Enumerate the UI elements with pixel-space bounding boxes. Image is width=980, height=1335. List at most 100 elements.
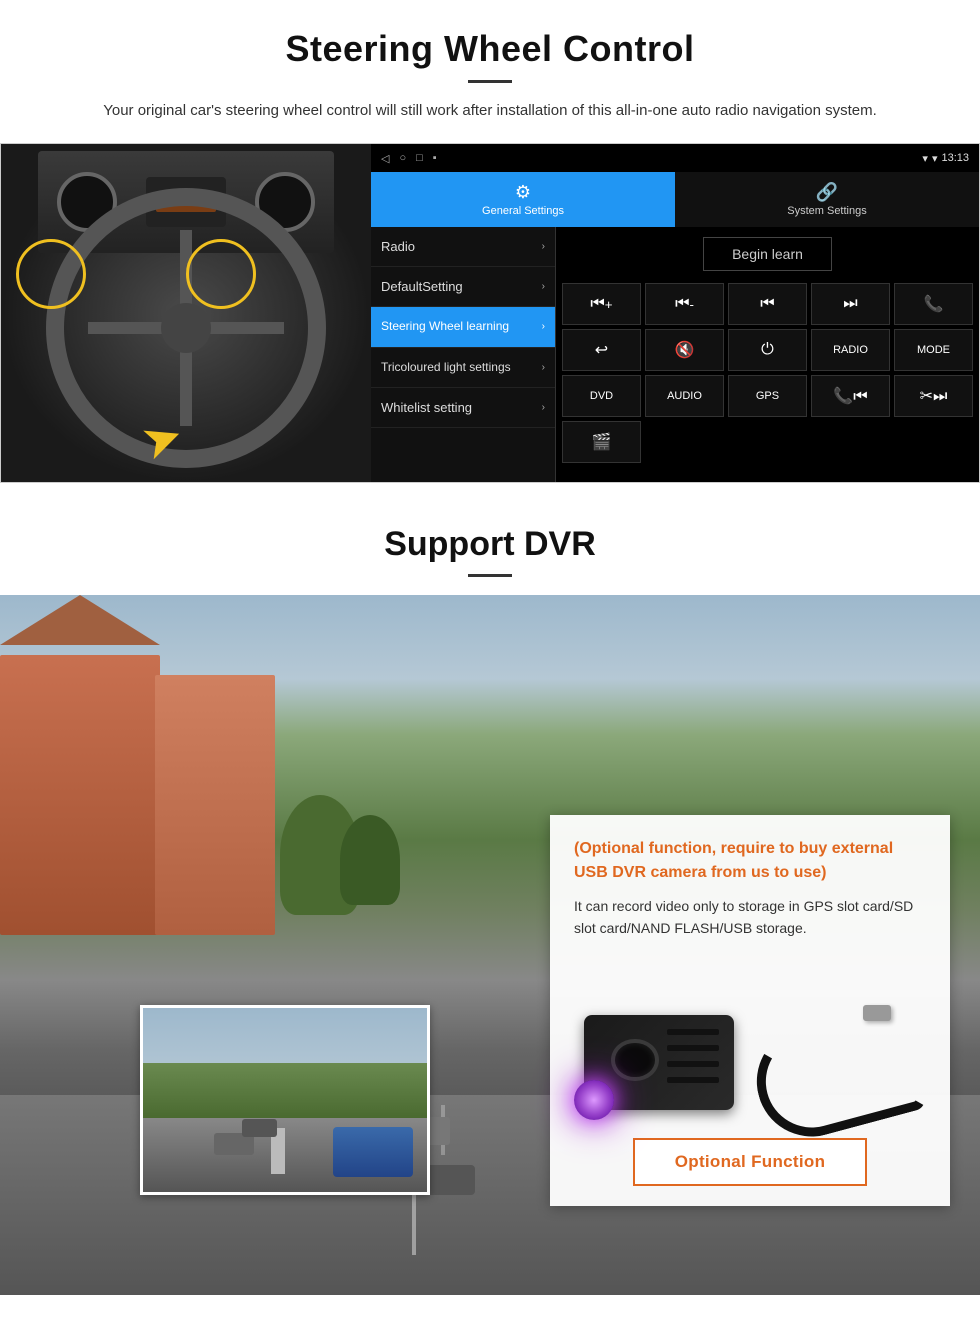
circle-right-indicator [186,239,256,309]
steering-title: Steering Wheel Control [40,28,940,70]
dvd-label-btn: DVD [590,390,613,402]
menu-radio-label: Radio [381,239,415,254]
ctrl-mute[interactable]: 🔇 [645,329,724,371]
android-menu: Radio › DefaultSetting › Steering Wheel … [371,227,979,482]
ctrl-phone-prev[interactable]: 📞⏮ [811,375,890,417]
chevron-icon-whitelist: › [542,402,545,413]
menu-item-whitelist[interactable]: Whitelist setting › [371,388,555,428]
dvr-title-area: Support DVR [0,495,980,595]
system-icon: 🔗 [816,182,838,203]
menu-icon: ▪ [433,152,437,164]
chevron-icon-steering: › [542,321,545,332]
wheel-center [161,303,211,353]
begin-learn-row: Begin learn [562,233,973,275]
android-status-bar: ◁ ○ □ ▪ ▾ ▾ 13:13 [371,144,979,172]
vent-2 [667,1045,720,1051]
dvr-cable [744,1001,927,1149]
menu-list: Radio › DefaultSetting › Steering Wheel … [371,227,556,482]
menu-default-label: DefaultSetting [381,279,463,294]
dvr-cable-area [736,1000,916,1130]
menu-item-tricoloured[interactable]: Tricoloured light settings › [371,348,555,389]
chevron-icon-tricoloured: › [542,362,545,373]
ctrl-next[interactable]: ⏭ [811,283,890,325]
ctrl-dvr-btn[interactable]: 🎬 [562,421,641,463]
audio-label-btn: AUDIO [667,390,702,402]
back-icon: ◁ [381,152,389,165]
status-time: 13:13 [941,152,969,164]
signal-icon: ▾ [922,152,928,165]
begin-learn-button[interactable]: Begin learn [703,237,832,271]
preview-car-blue [333,1127,413,1177]
menu-item-radio[interactable]: Radio › [371,227,555,267]
dvr-section: Support DVR (Optional function, require … [0,495,980,1295]
ctrl-vol-up[interactable]: ⏮+ [562,283,641,325]
ctrl-prev[interactable]: ⏮ [728,283,807,325]
camera-lens [611,1039,659,1082]
menu-panel: Begin learn ⏮+ ⏮- ⏮ ⏭ 📞 ↩ 🔇 ⏻ RADIO MODE [556,227,979,482]
next-icon: ⏭ [843,295,857,313]
optional-btn-area: Optional Function [574,1138,926,1186]
dvr-preview-image [140,1005,430,1195]
dvr-title: Support DVR [0,525,980,564]
preview-car-2 [242,1119,277,1137]
tree-2 [340,815,400,905]
radio-label-btn: RADIO [833,344,868,356]
preview-trees [143,1063,427,1118]
ctrl-cut-next[interactable]: ✂⏭ [894,375,973,417]
gps-label-btn: GPS [756,390,779,402]
tab-system-label: System Settings [787,205,866,217]
dvr-description: It can record video only to storage in G… [574,895,926,940]
back-call-icon: ↩ [595,340,608,360]
ctrl-power[interactable]: ⏻ [728,329,807,371]
vol-down-icon: ⏮ [675,295,689,313]
steering-section: Steering Wheel Control Your original car… [0,0,980,123]
dvr-icon: 🎬 [592,432,612,452]
status-right: ▾ ▾ 13:13 [922,152,969,165]
ctrl-radio[interactable]: RADIO [811,329,890,371]
tab-system-settings[interactable]: 🔗 System Settings [675,172,979,227]
android-ui: ◁ ○ □ ▪ ▾ ▾ 13:13 ⚙ General Settings 🔗 S… [371,144,979,482]
chevron-icon-radio: › [542,241,545,252]
android-tabs[interactable]: ⚙ General Settings 🔗 System Settings [371,172,979,227]
phone-icon: 📞 [924,294,944,314]
purple-light [574,1080,614,1120]
ctrl-mode[interactable]: MODE [894,329,973,371]
cut-next-icon: ✂⏭ [920,386,948,406]
ctrl-phone[interactable]: 📞 [894,283,973,325]
ctrl-dvd[interactable]: DVD [562,375,641,417]
steering-wheel-outer [46,188,326,468]
vol-up-icon: ⏮ [590,295,604,313]
nav-icons: ◁ ○ □ ▪ [381,152,437,165]
menu-steering-label: Steering Wheel learning [381,319,509,335]
circle-left-indicator [16,239,86,309]
tab-general-settings[interactable]: ⚙ General Settings [371,172,675,227]
steering-description: Your original car's steering wheel contr… [80,99,900,123]
power-icon: ⏻ [761,341,774,359]
menu-item-default[interactable]: DefaultSetting › [371,267,555,307]
ctrl-back[interactable]: ↩ [562,329,641,371]
ctrl-audio[interactable]: AUDIO [645,375,724,417]
mute-icon: 🔇 [675,340,695,360]
dvr-device-container [574,950,926,1130]
control-grid: ⏮+ ⏮- ⏮ ⏭ 📞 ↩ 🔇 ⏻ RADIO MODE DVD AUDIO G… [562,283,973,463]
phone-prev-icon: 📞⏮ [833,386,867,406]
menu-whitelist-label: Whitelist setting [381,400,472,415]
dvr-divider [468,574,512,577]
chevron-icon-default: › [542,281,545,292]
menu-item-steering[interactable]: Steering Wheel learning › [371,307,555,348]
usb-plug [863,1005,891,1021]
ctrl-gps[interactable]: GPS [728,375,807,417]
tab-general-label: General Settings [482,205,564,217]
dvr-optional-text: (Optional function, require to buy exter… [574,837,926,885]
mode-label-btn: MODE [917,344,950,356]
home-icon: ○ [399,152,406,164]
menu-tricoloured-label: Tricoloured light settings [381,360,511,376]
dvr-background: (Optional function, require to buy exter… [0,595,980,1295]
vent-3 [667,1061,720,1067]
gear-icon: ⚙ [515,182,531,203]
optional-function-button[interactable]: Optional Function [633,1138,868,1186]
vent-4 [667,1077,720,1083]
vent-1 [667,1029,720,1035]
steering-wheel-image: ➤ [1,144,371,483]
ctrl-vol-down[interactable]: ⏮- [645,283,724,325]
